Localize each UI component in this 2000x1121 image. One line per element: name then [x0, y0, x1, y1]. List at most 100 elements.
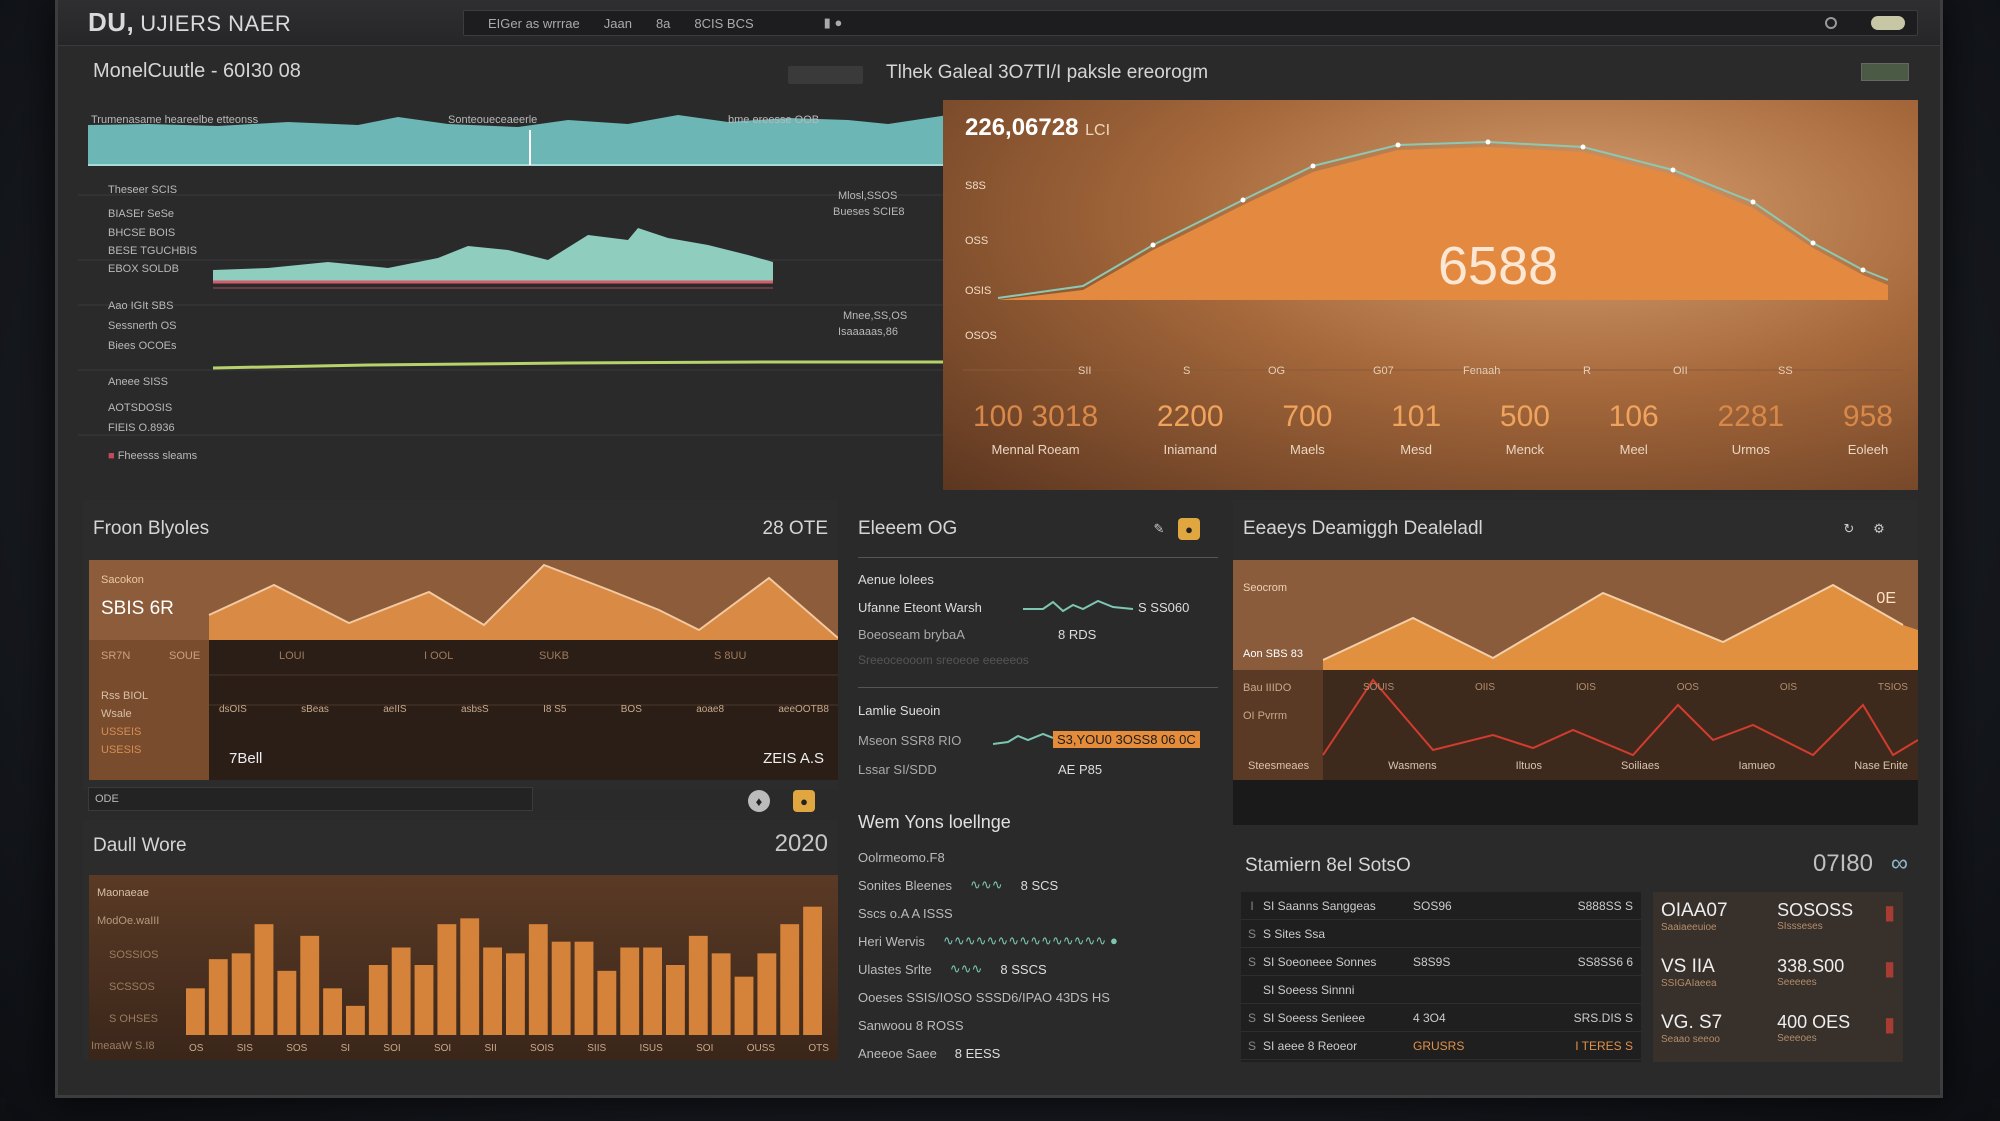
table-row[interactable]: SI Soeess Sinnni — [1241, 976, 1641, 1004]
stat-item[interactable]: 500 Menck — [1500, 400, 1550, 480]
list-item[interactable]: Sonites Bleenes ∿∿∿ 8 SCS — [858, 871, 1218, 899]
toggle-icon[interactable] — [1871, 16, 1905, 30]
table-row[interactable]: S SI Soeess Senieee 4 3O4 SRS.DIS S — [1241, 1004, 1641, 1032]
daily-bar[interactable] — [208, 959, 228, 1035]
daily-bar[interactable] — [551, 941, 571, 1035]
daily-bar[interactable] — [780, 924, 800, 1035]
stat-item[interactable]: 2200 Iniamand — [1157, 400, 1224, 480]
edit-icon[interactable]: ✎ — [1148, 518, 1170, 540]
list-item[interactable]: Heri Wervis ∿∿∿∿∿∿∿∿∿∿∿∿∿∿∿ ● — [858, 927, 1218, 955]
dashboard-axis-label: Steesmeaes — [1248, 760, 1310, 772]
list-item[interactable]: Sanwoou 8 ROSS — [858, 1011, 1218, 1039]
sec1-row-label: Boeoseam brybaA — [858, 627, 965, 642]
daily-bar[interactable] — [391, 947, 411, 1036]
kpi-row[interactable]: VG. S7 Seaao seeoo 400 OES Seeeoes ▮ — [1653, 1004, 1903, 1060]
toggle-orange-icon[interactable]: ● — [1178, 518, 1200, 540]
daily-bar[interactable] — [414, 965, 434, 1035]
daily-bar[interactable] — [711, 953, 731, 1035]
stat-item[interactable]: 2281 Urmos — [1717, 400, 1784, 480]
daily-bar[interactable] — [346, 1005, 365, 1035]
menu-item-1[interactable]: EIGer as wrrrae — [488, 16, 580, 31]
daily-bar[interactable] — [323, 988, 342, 1035]
menu-item-2[interactable]: Jaan — [604, 16, 632, 31]
flown-axis-label: BOS — [620, 704, 642, 715]
sparkline-small — [993, 732, 1053, 745]
stats-row: 100 3018 Mennal Roeam 2200 Iniamand 700 Maels… — [973, 400, 1893, 480]
daily-bar[interactable] — [757, 953, 777, 1035]
daily-bar[interactable] — [437, 924, 457, 1035]
table-row[interactable]: S S Sites Ssa — [1241, 920, 1641, 948]
daily-bar[interactable] — [666, 965, 685, 1035]
menu-item-icons[interactable]: ▮ ● — [824, 15, 843, 31]
link-icon[interactable]: ∞ — [1891, 850, 1908, 878]
kpi-value-2: SOSOSS — [1777, 900, 1854, 920]
daily-bar[interactable] — [506, 953, 525, 1035]
header-scrub-control[interactable] — [788, 66, 863, 84]
daily-chart: Maonaeae ModOe.waIII SOSSIOS SCSSOS S OH… — [89, 875, 838, 1060]
kpi-left: VS IIA SSIGAIaeea — [1661, 956, 1763, 996]
daily-bar[interactable] — [231, 953, 251, 1035]
daily-bar[interactable] — [277, 970, 297, 1035]
row-label: SI Soeess Senieee — [1263, 1010, 1366, 1025]
table-row[interactable]: S SI Soeoneee Sonnes S8S9S SS8SS6 6 — [1241, 948, 1641, 976]
stat-item[interactable]: 101 Mesd — [1391, 400, 1441, 480]
daily-bar[interactable] — [528, 924, 548, 1035]
sec2-row-label: Lssar SI/SDD — [858, 762, 937, 777]
stat-item[interactable]: 700 Maels — [1282, 400, 1332, 480]
daily-bar[interactable] — [186, 988, 205, 1035]
monitor-lines-panel: Trumenasame heareelbe etteonss Sonteouec… — [68, 100, 953, 490]
list-item[interactable]: Oolrmeomo.F8 — [858, 843, 1218, 871]
daily-title-right: 2020 — [774, 830, 828, 857]
list-item[interactable]: Aneeoe Saee 8 EESS — [858, 1039, 1218, 1067]
flown-chart: Sacokon SBIS 6R SR7N SOUE LOUI I OOL SUK… — [89, 560, 838, 780]
kpi-row[interactable]: VS IIA SSIGAIaeea 338.S00 Seeeees ▮ — [1653, 948, 1903, 1004]
daily-bar[interactable] — [597, 970, 617, 1035]
daily-bar[interactable] — [300, 935, 320, 1035]
stat-item[interactable]: 958 Eoleeh — [1843, 400, 1893, 480]
list-item[interactable]: Ulastes Srlte ∿∿∿ 8 SSCS — [858, 955, 1218, 983]
daily-bar[interactable] — [620, 947, 640, 1036]
x-tick: S — [1183, 365, 1191, 377]
flown-chart-svg — [89, 560, 838, 780]
footer-input-bar[interactable]: ODE — [88, 787, 533, 811]
row-label: Theseer SCIS — [108, 184, 178, 196]
menu-item-3[interactable]: 8a — [656, 16, 670, 31]
daily-bar[interactable] — [254, 924, 274, 1035]
daily-x-label: ISUS — [639, 1043, 663, 1054]
daily-bar[interactable] — [574, 941, 594, 1035]
coin-icon[interactable]: ● — [793, 790, 815, 812]
daily-bar[interactable] — [483, 947, 502, 1036]
dashboard-axis: Steesmeaes Wasmens Iltuos Soiliaes Iamueo Nas… — [1248, 760, 1908, 772]
list-item[interactable]: Sscs o.A A ISSS — [858, 899, 1218, 927]
list-item-value: 8 EESS — [954, 1045, 1001, 1061]
dashboard-grid-label: TSIOS — [1877, 682, 1908, 693]
settings-icon[interactable]: ⚙ — [1868, 518, 1890, 540]
table-row[interactable]: S SI aeee 8 Reoeor GRUSRS I TERES S — [1241, 1032, 1641, 1060]
menu-item-4[interactable]: 8CIS BCS — [694, 16, 753, 31]
refresh-icon[interactable]: ↻ — [1838, 518, 1860, 540]
daily-bar[interactable] — [688, 935, 708, 1035]
stat-value: 700 — [1282, 400, 1333, 433]
daily-bar[interactable] — [460, 918, 480, 1035]
sec1-title: Aenue loIees — [858, 572, 934, 587]
stat-item[interactable]: 100 3018 Mennal Roeam — [973, 400, 1098, 480]
list-item[interactable]: Ooeses SSIS/IOSO SSSD6/IPAO 43DS HS — [858, 983, 1218, 1011]
bell-icon[interactable]: ♦ — [748, 790, 770, 812]
sec2-highlight[interactable]: S3,YOU0 3OSS8 06 0C — [1053, 731, 1200, 748]
daily-bar[interactable] — [368, 965, 388, 1035]
kpi-left: VG. S7 Seaao seeoo — [1661, 1012, 1763, 1052]
app-brand[interactable]: DU, UJIERS NAER — [88, 7, 291, 38]
top-label-2: Sonteoueceaeerle — [448, 114, 538, 126]
circle-icon[interactable] — [1825, 17, 1837, 29]
kpi-row[interactable]: OIAA07 Saaiaeeuioe SOSOSS SIssseses ▮ — [1653, 892, 1903, 948]
stat-item[interactable]: 106 Meel — [1609, 400, 1659, 480]
table-row[interactable]: I SI Saanns Sanggeas SOS96 S888SS S — [1241, 892, 1641, 920]
monitor-frame: DU, UJIERS NAER EIGer as wrrrae Jaan 8a 8… — [55, 0, 1943, 1098]
daily-bar[interactable] — [803, 906, 822, 1035]
header-action-button[interactable] — [1861, 63, 1909, 81]
daily-bar[interactable] — [734, 976, 754, 1035]
flown-axis-label: asbsS — [460, 704, 489, 715]
row-value-1: SOS96 — [1413, 898, 1452, 913]
dashboard-chart: Seocrom Aon SBS 83 0E Bau IIIDO OI Pvrrm… — [1233, 560, 1918, 825]
daily-bar[interactable] — [643, 947, 662, 1036]
